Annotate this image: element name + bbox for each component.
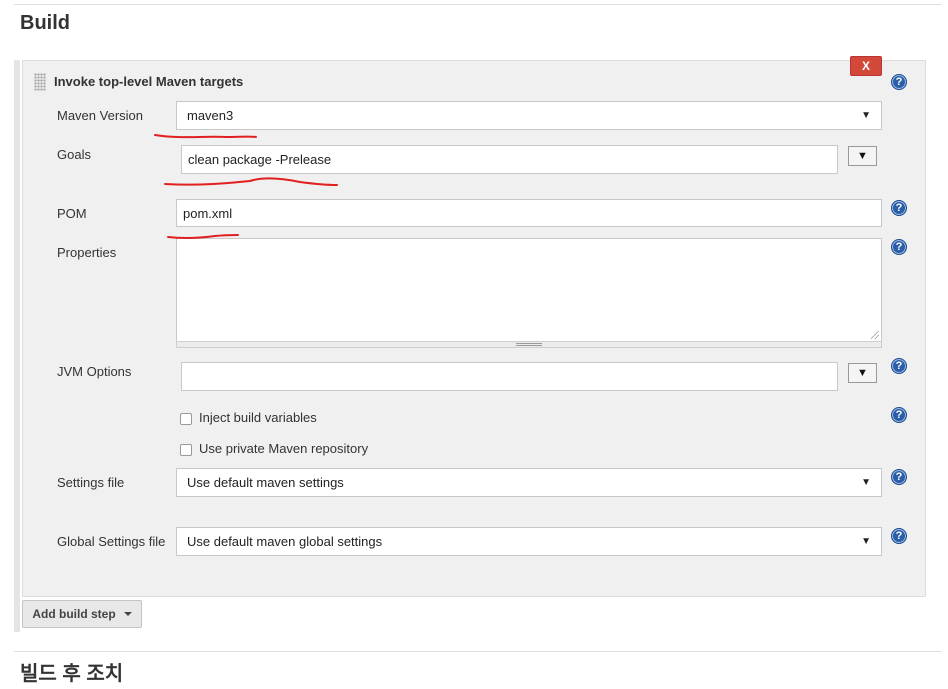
- step-help-icon[interactable]: ?: [891, 74, 907, 90]
- private-repo-checkbox[interactable]: [180, 444, 192, 456]
- global-settings-help-icon[interactable]: ?: [891, 528, 907, 544]
- global-settings-file-label: Global Settings file: [57, 534, 166, 549]
- build-section-title: Build: [20, 12, 70, 34]
- inject-help-icon[interactable]: ?: [891, 407, 907, 423]
- settings-help-icon[interactable]: ?: [891, 469, 907, 485]
- expand-down-icon: ▼: [857, 367, 868, 379]
- private-repo-label: Use private Maven repository: [199, 441, 369, 456]
- drag-handle-icon[interactable]: [34, 73, 46, 91]
- resize-grip-icon[interactable]: [871, 331, 879, 339]
- add-build-step-button[interactable]: Add build step: [22, 600, 142, 628]
- goals-label: Goals: [57, 147, 91, 162]
- step-title: Invoke top-level Maven targets: [54, 74, 244, 89]
- add-build-step-label: Add build step: [32, 607, 116, 621]
- inject-build-variables-label: Inject build variables: [199, 410, 317, 425]
- chevron-down-icon: ▼: [861, 110, 871, 121]
- properties-textarea[interactable]: [176, 238, 882, 342]
- chevron-down-icon: ▼: [861, 536, 871, 547]
- chevron-down-icon: ▼: [861, 477, 871, 488]
- properties-label: Properties: [57, 245, 117, 260]
- global-settings-file-value: Use default maven global settings: [187, 534, 383, 549]
- settings-file-select[interactable]: Use default maven settings ▼: [176, 468, 882, 497]
- settings-file-label: Settings file: [57, 475, 125, 490]
- caret-down-icon: [123, 612, 132, 616]
- step-left-bar: [14, 60, 20, 632]
- post-build-section-title: 빌드 후 조치: [20, 663, 124, 685]
- jvm-options-help-icon[interactable]: ?: [891, 358, 907, 374]
- global-settings-file-select[interactable]: Use default maven global settings ▼: [176, 527, 882, 556]
- goals-input[interactable]: clean package -Prelease: [181, 145, 838, 174]
- expand-down-icon: ▼: [857, 150, 868, 162]
- maven-version-select[interactable]: maven3 ▼: [176, 101, 882, 130]
- maven-version-label: Maven Version: [57, 108, 143, 123]
- delete-step-button[interactable]: X: [850, 56, 882, 76]
- pom-input[interactable]: pom.xml: [176, 199, 882, 227]
- settings-file-value: Use default maven settings: [187, 475, 344, 490]
- pom-help-icon[interactable]: ?: [891, 200, 907, 216]
- section-divider: [14, 651, 942, 652]
- goals-value: clean package -Prelease: [188, 152, 332, 167]
- jvm-options-expand-button[interactable]: ▼: [848, 363, 877, 383]
- maven-version-value: maven3: [187, 108, 234, 123]
- jvm-options-label: JVM Options: [57, 364, 132, 379]
- top-divider: [14, 4, 942, 5]
- pom-label: POM: [57, 206, 87, 221]
- expand-grip-icon: [516, 343, 542, 346]
- jvm-options-input[interactable]: [181, 362, 838, 391]
- inject-build-variables-checkbox[interactable]: [180, 413, 192, 425]
- properties-help-icon[interactable]: ?: [891, 239, 907, 255]
- pom-value: pom.xml: [183, 205, 233, 221]
- goals-expand-button[interactable]: ▼: [848, 146, 877, 166]
